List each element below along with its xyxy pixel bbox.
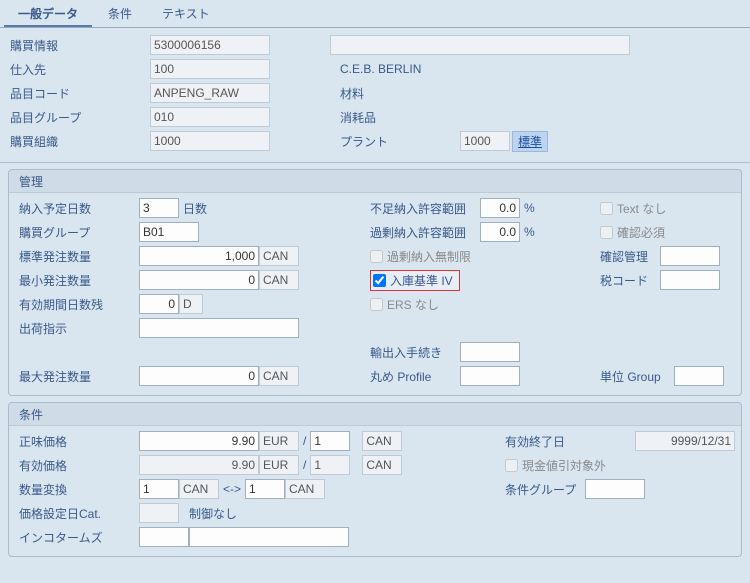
management-title: 管理 — [9, 170, 741, 193]
maxqty-label: 最大発注数量 — [19, 368, 139, 385]
minqty-field[interactable] — [139, 270, 259, 290]
unitgrp-label: 単位 Group — [600, 368, 674, 385]
netprice-label: 正味価格 — [19, 433, 139, 450]
effprice-label: 有効価格 — [19, 457, 139, 474]
matgroup-label: 品目グループ — [10, 109, 150, 126]
pldel-label: 納入予定日数 — [19, 200, 139, 217]
matgroup-desc: 消耗品 — [340, 109, 376, 126]
conf-required-check[interactable]: 確認必須 — [600, 224, 665, 241]
tab-conditions[interactable]: 条件 — [94, 2, 146, 27]
conditions-title: 条件 — [9, 403, 741, 426]
stdqty-field[interactable] — [139, 246, 259, 266]
unlimited-check[interactable]: 過剰納入無制限 — [370, 248, 471, 265]
overdel-label: 過剰納入許容範囲 — [370, 224, 480, 241]
maxqty-field[interactable] — [139, 366, 259, 386]
info-record-label: 購買情報 — [10, 37, 150, 54]
ers-none-check[interactable]: ERS なし — [370, 296, 439, 313]
overdel-field[interactable] — [480, 222, 520, 242]
validto-field[interactable] — [635, 431, 735, 451]
minqty-label: 最小発注数量 — [19, 272, 139, 289]
roundprof-label: 丸め Profile — [370, 368, 460, 385]
info-record-field[interactable] — [150, 35, 270, 55]
stdqty-label: 標準発注数量 — [19, 248, 139, 265]
netprice-field[interactable] — [139, 431, 259, 451]
pricedate-label: 価格設定日Cat. — [19, 505, 139, 522]
vendor-desc: C.E.B. BERLIN — [340, 62, 421, 76]
effprice-field — [139, 455, 259, 475]
confmgmt-label: 確認管理 — [600, 248, 660, 265]
confmgmt-field[interactable] — [660, 246, 720, 266]
pgrp-label: 購買グループ — [19, 224, 139, 241]
conditions-group: 条件 正味価格 / 有効終了日 有効価格 / — [8, 402, 742, 557]
unitgrp-field[interactable] — [674, 366, 724, 386]
incoterms-label: インコタームズ — [19, 529, 139, 546]
taxcode-field[interactable] — [660, 270, 720, 290]
condgrp-field[interactable] — [585, 479, 645, 499]
slash1: / — [299, 434, 310, 448]
qtyconv-label: 数量変換 — [19, 481, 139, 498]
minqty-unit — [259, 270, 299, 290]
porg-field[interactable] — [150, 131, 270, 151]
pldel-unit: 日数 — [179, 200, 211, 217]
slash2: / — [299, 458, 310, 472]
pricedate-desc: 制御なし — [189, 505, 237, 522]
text-none-check[interactable]: Text なし — [600, 200, 666, 217]
material-field[interactable] — [150, 83, 270, 103]
vendor-field[interactable] — [150, 59, 270, 79]
gr-based-iv-highlight: 入庫基準 IV — [370, 270, 460, 291]
export-field[interactable] — [460, 342, 520, 362]
validto-label: 有効終了日 — [505, 433, 585, 450]
tabstrip: 一般データ 条件 テキスト — [0, 0, 750, 28]
pgrp-field[interactable] — [139, 222, 199, 242]
cashdisc-check[interactable]: 現金値引対象外 — [505, 457, 606, 474]
incoterms-code[interactable] — [139, 527, 189, 547]
remaining-unit — [179, 294, 203, 314]
tab-text[interactable]: テキスト — [148, 2, 224, 27]
plant-field[interactable] — [460, 131, 510, 151]
material-label: 品目コード — [10, 85, 150, 102]
material-desc: 材料 — [340, 85, 364, 102]
plant-label: プラント — [340, 133, 460, 150]
matgroup-field[interactable] — [150, 107, 270, 127]
condgrp-label: 条件グループ — [505, 481, 585, 498]
shipping-label: 出荷指示 — [19, 320, 139, 337]
netprice-unit — [362, 431, 402, 451]
info-record-desc — [330, 35, 630, 55]
pricedate-field[interactable] — [139, 503, 179, 523]
remaining-label: 有効期間日数残 — [19, 296, 139, 313]
header-section: 購買情報 仕入先 C.E.B. BERLIN 品目コード 材料 品目グループ 消… — [0, 28, 750, 163]
qtyconv-arrow: <-> — [219, 482, 245, 496]
effprice-cur — [259, 455, 299, 475]
qtyconv-from[interactable] — [139, 479, 179, 499]
remaining-field[interactable] — [139, 294, 179, 314]
pct1: % — [520, 201, 539, 215]
shipping-field[interactable] — [139, 318, 299, 338]
taxcode-label: 税コード — [600, 272, 660, 289]
incoterms-text[interactable] — [189, 527, 349, 547]
pldel-field[interactable] — [139, 198, 179, 218]
netprice-cur — [259, 431, 299, 451]
export-label: 輸出入手続き — [370, 344, 460, 361]
effprice-per — [310, 455, 350, 475]
underdel-field[interactable] — [480, 198, 520, 218]
netprice-per[interactable] — [310, 431, 350, 451]
porg-label: 購買組織 — [10, 133, 150, 150]
roundprof-field[interactable] — [460, 366, 520, 386]
stdqty-unit — [259, 246, 299, 266]
qtyconv-to-unit — [285, 479, 325, 499]
pct2: % — [520, 225, 539, 239]
underdel-label: 不足納入許容範囲 — [370, 200, 480, 217]
vendor-label: 仕入先 — [10, 61, 150, 78]
qtyconv-to[interactable] — [245, 479, 285, 499]
qtyconv-from-unit — [179, 479, 219, 499]
gr-based-iv-check[interactable]: 入庫基準 IV — [373, 272, 453, 289]
management-group: 管理 納入予定日数 日数 不足納入許容範囲 % Text なし 購買グループ — [8, 169, 742, 396]
maxqty-unit — [259, 366, 299, 386]
plant-standard-link[interactable]: 標準 — [512, 131, 548, 152]
effprice-unit — [362, 455, 402, 475]
tab-general[interactable]: 一般データ — [4, 2, 92, 27]
